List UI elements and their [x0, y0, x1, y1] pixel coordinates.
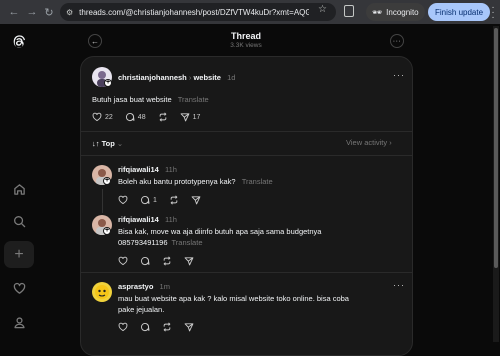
reply-username[interactable]: rifqiawali14 — [118, 165, 159, 174]
browser-menu-icon[interactable]: · · · — [489, 3, 497, 23]
repost-button[interactable] — [162, 322, 172, 332]
send-icon — [180, 113, 189, 122]
comment-icon — [140, 196, 150, 205]
reply-text: Bisa kak, move wa aja diinfo butuh apa s… — [118, 227, 322, 247]
translate-link[interactable]: Translate — [242, 177, 273, 186]
heart-icon — [118, 256, 128, 266]
url-text: threads.com/@christianjohannesh/post/DZf… — [79, 7, 310, 17]
post-topic[interactable]: website — [193, 73, 221, 82]
incognito-indicator[interactable]: 🕶 Incognito — [366, 3, 425, 21]
reply-button[interactable] — [140, 256, 150, 266]
home-icon[interactable] — [9, 179, 29, 199]
follow-plus-icon[interactable]: + — [104, 79, 112, 87]
translate-link[interactable]: Translate — [172, 238, 203, 247]
site-info-icon[interactable]: ⚙ — [66, 8, 73, 17]
share-button[interactable] — [184, 256, 194, 266]
scrollbar-thumb[interactable] — [494, 28, 498, 268]
heart-icon[interactable] — [9, 278, 29, 298]
thread-header: ← Thread 3.3K views ··· — [80, 24, 412, 56]
repost-button[interactable] — [158, 112, 168, 122]
forward-icon[interactable]: → — [23, 3, 41, 21]
sort-icon: ↓↑ — [92, 139, 100, 148]
reply-username[interactable]: asprastyo — [118, 282, 153, 291]
divider — [80, 272, 413, 273]
like-button[interactable] — [118, 195, 128, 205]
threads-logo-icon[interactable] — [9, 32, 29, 52]
reply-button[interactable] — [140, 322, 150, 332]
bookmark-star-icon[interactable]: ☆ — [318, 4, 327, 15]
avatar[interactable] — [92, 282, 112, 302]
reply-actions — [118, 256, 206, 266]
search-icon[interactable] — [9, 211, 29, 231]
thread-line — [102, 189, 103, 213]
heart-icon — [92, 112, 102, 122]
page-scrollbar[interactable] — [493, 26, 499, 342]
chevron-down-icon: ⌄ — [116, 139, 124, 148]
comment-icon — [140, 257, 150, 266]
plus-icon: + — [14, 245, 24, 263]
view-activity-link[interactable]: View activity › — [346, 137, 392, 148]
sort-dropdown[interactable]: ↓↑ Top ⌄ — [92, 139, 123, 148]
follow-plus-icon[interactable]: + — [103, 177, 111, 185]
reply-text: Boleh aku bantu prototypenya kak? Transl… — [118, 177, 273, 186]
reply-username[interactable]: rifqiawali14 — [118, 215, 159, 224]
extensions-icon[interactable] — [344, 5, 354, 17]
profile-icon[interactable] — [9, 312, 29, 332]
repost-button[interactable] — [169, 195, 179, 205]
repost-button[interactable] — [162, 256, 172, 266]
create-post-button[interactable]: + — [4, 241, 34, 268]
post-text: Butuh jasa buat website Translate — [92, 95, 209, 104]
finish-update-button[interactable]: Finish update — [428, 3, 491, 21]
heart-icon — [118, 322, 128, 332]
reply-button[interactable]: 1 — [140, 195, 157, 205]
post-username[interactable]: christianjohannesh — [118, 73, 187, 82]
repost-icon — [163, 256, 171, 266]
send-icon — [191, 196, 201, 205]
incognito-icon: 🕶 — [372, 7, 383, 17]
like-button[interactable] — [118, 256, 128, 266]
like-button[interactable] — [118, 322, 128, 332]
browser-toolbar: ← → ↻ ⚙ threads.com/@christianjohannesh/… — [0, 0, 500, 24]
comment-icon — [140, 323, 150, 332]
send-icon — [184, 257, 194, 266]
reply-button[interactable]: 48 — [125, 112, 146, 122]
post-time: 1d — [227, 73, 236, 82]
translate-link[interactable]: Translate — [178, 95, 209, 104]
send-icon — [184, 323, 194, 332]
reply-text: mau buat website apa kak ? kalo misal we… — [118, 294, 349, 314]
address-bar[interactable]: ⚙ threads.com/@christianjohannesh/post/D… — [60, 3, 336, 21]
reply-header: rifqiawali14 11h — [118, 215, 177, 224]
share-button[interactable] — [184, 322, 194, 332]
reply-more-icon[interactable]: ··· — [393, 280, 405, 290]
post-actions: 22 48 17 — [92, 112, 212, 122]
reply-actions — [118, 322, 206, 332]
left-nav-rail: + — [0, 24, 38, 342]
follow-plus-icon[interactable]: + — [103, 227, 111, 235]
post-more-icon[interactable]: ··· — [393, 70, 405, 80]
repost-icon — [159, 112, 166, 122]
reply-header: asprastyo 1m — [118, 282, 170, 291]
share-button[interactable]: 17 — [180, 112, 200, 122]
divider — [80, 155, 413, 156]
comment-icon — [125, 113, 135, 122]
heart-icon — [118, 195, 128, 205]
repost-icon — [163, 322, 171, 332]
share-button[interactable] — [191, 195, 201, 205]
view-count: 3.3K views — [230, 42, 262, 49]
like-button[interactable]: 22 — [92, 112, 113, 122]
page-title: Thread — [230, 31, 261, 41]
divider — [80, 131, 413, 132]
repost-icon — [170, 195, 178, 205]
reload-icon[interactable]: ↻ — [40, 3, 58, 21]
reply-header: rifqiawali14 11h — [118, 165, 177, 174]
back-icon[interactable]: ← — [5, 3, 23, 21]
post-header: christianjohannesh › website 1d — [118, 73, 235, 82]
reply-actions: 1 — [118, 195, 213, 205]
more-options-icon[interactable]: ··· — [390, 34, 404, 48]
